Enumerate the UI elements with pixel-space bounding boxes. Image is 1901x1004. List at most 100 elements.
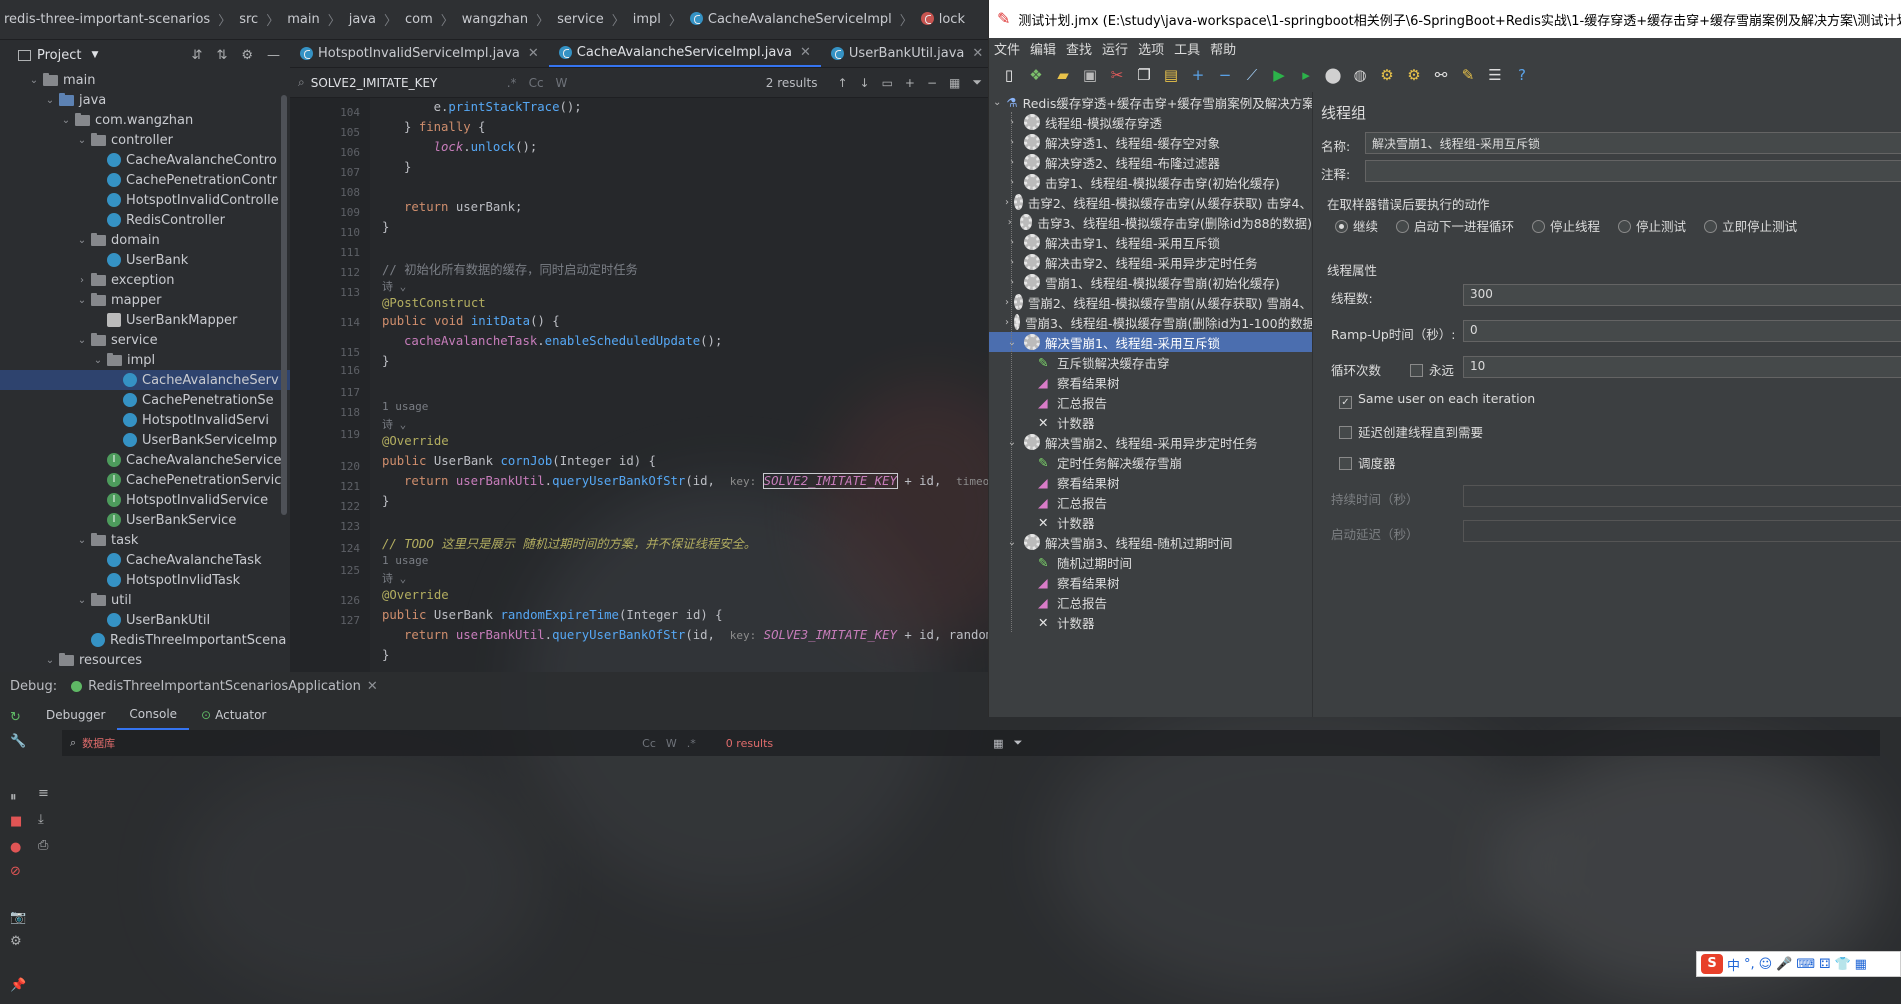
error-action-radio[interactable]: 停止测试 [1618, 219, 1686, 234]
whole-word-icon[interactable]: W [666, 737, 677, 750]
new-icon[interactable]: ▯ [997, 63, 1021, 87]
test-tree-item[interactable]: › 解决击穿2、线程组-采用异步定时任务 [989, 252, 1312, 272]
open-icon[interactable]: ▰ [1051, 63, 1075, 87]
search-icon[interactable]: ⚯ [1429, 63, 1453, 87]
test-tree-item[interactable]: › 解决穿透1、线程组-缓存空对象 [989, 132, 1312, 152]
breadcrumb-item[interactable]: lock [920, 12, 965, 27]
project-panel-title[interactable]: Project [37, 48, 81, 63]
test-tree-item[interactable]: ◢ 汇总报告 [989, 592, 1312, 612]
project-tree-item[interactable]: ⌄ domain [0, 230, 290, 250]
breadcrumb-item[interactable]: redis-three-important-scenarios [4, 12, 210, 27]
test-tree-item[interactable]: ◢ 察看结果树 [989, 572, 1312, 592]
menu-item[interactable]: 运行 [1097, 39, 1133, 58]
chevron-right-icon[interactable]: › [1005, 237, 1019, 248]
project-tree-item[interactable]: ⌄ task [0, 530, 290, 550]
chevron-right-icon[interactable]: › [1005, 317, 1009, 328]
stop-icon[interactable]: ⬤ [1321, 63, 1345, 87]
gear-icon[interactable]: ⚙ [241, 48, 253, 63]
project-tree-item[interactable]: CacheAvalancheTask [0, 550, 290, 570]
chevron-right-icon[interactable]: › [1005, 137, 1019, 148]
forever-checkbox[interactable]: 永远 [1410, 360, 1454, 379]
chevron-down-icon[interactable]: ▼ [91, 50, 98, 60]
collapse-all-icon[interactable]: ⇅ [216, 48, 227, 63]
test-tree-item[interactable]: › 雪崩3、线程组-模拟缓存雪崩(删除id为1-100的数据 [989, 312, 1312, 332]
chevron-right-icon[interactable]: › [1005, 117, 1019, 128]
filter-icon[interactable]: ⏷ [972, 75, 982, 90]
project-tree-item[interactable]: HotspotInvalidControlle [0, 190, 290, 210]
arrow-up-icon[interactable]: ↑ [837, 76, 847, 90]
mute-breakpoints-icon[interactable]: ⊘ [10, 864, 24, 879]
breakpoints-icon[interactable]: ● [10, 840, 24, 855]
error-action-radio[interactable]: 停止线程 [1532, 219, 1600, 234]
scroll-to-end-icon[interactable]: ⤓ [38, 812, 44, 827]
project-tree-item[interactable]: CachePenetrationSe [0, 390, 290, 410]
chevron-down-icon[interactable]: ⌄ [92, 355, 104, 366]
test-tree-item[interactable]: ✎ 随机过期时间 [989, 552, 1312, 572]
test-tree-item[interactable]: › 线程组-模拟缓存穿透 [989, 112, 1312, 132]
test-tree-item[interactable]: ✕ 计数器 [989, 612, 1312, 632]
chevron-down-icon[interactable]: ⌄ [76, 595, 88, 606]
test-tree-item[interactable]: ⌄ 解决雪崩1、线程组-采用互斥锁 [989, 332, 1312, 352]
code-editor[interactable]: e.printStackTrace(); } finally { lock.un… [370, 98, 988, 672]
print-icon[interactable]: ⎙ [38, 838, 48, 853]
chevron-right-icon[interactable]: › [1005, 197, 1009, 208]
function-helper-icon[interactable]: ☰ [1483, 63, 1507, 87]
chevron-down-icon[interactable]: ⌄ [76, 235, 88, 246]
wrench-icon[interactable]: 🔧 [10, 734, 26, 749]
templates-icon[interactable]: ❖ [1024, 63, 1048, 87]
project-tree-item[interactable]: ⌄ mapper [0, 290, 290, 310]
project-tree-item[interactable]: ⌄ util [0, 590, 290, 610]
arrow-down-icon[interactable]: ↓ [860, 76, 870, 90]
test-tree-item[interactable]: › 解决穿透2、线程组-布隆过滤器 [989, 152, 1312, 172]
project-tree-item[interactable]: ⌄ impl [0, 350, 290, 370]
add-occurrence-icon[interactable]: + [905, 76, 915, 90]
same-user-checkbox[interactable]: ✓ Same user on each iteration [1339, 391, 1535, 409]
project-tree-item[interactable]: UserBank [0, 250, 290, 270]
camera-icon[interactable]: 📷 [10, 910, 26, 925]
project-tree-item[interactable]: ⌄ controller [0, 130, 290, 150]
menu-item[interactable]: 查找 [1061, 39, 1097, 58]
select-all-icon[interactable]: ▭ [882, 76, 893, 90]
test-tree-item[interactable]: › 解决击穿1、线程组-采用互斥锁 [989, 232, 1312, 252]
test-tree-item[interactable]: ◢ 汇总报告 [989, 492, 1312, 512]
scheduler-checkbox[interactable]: 调度器 [1339, 453, 1396, 472]
ime-toolbar[interactable]: S 中 °, ☺ 🎤 ⌨ ⚃ 👕 ▦ [1696, 951, 1901, 977]
breadcrumb-item[interactable]: service [557, 12, 604, 27]
select-occurrences-icon[interactable]: ▦ [949, 76, 960, 90]
chevron-down-icon[interactable]: ⌄ [28, 75, 40, 86]
toggle-icon[interactable]: ⟋ [1240, 63, 1264, 87]
project-tree-item[interactable]: UserBankUtil [0, 610, 290, 630]
project-tree-item[interactable]: ⌄ java [0, 90, 290, 110]
breadcrumb-item[interactable]: CacheAvalancheServiceImpl [689, 12, 892, 27]
menu-item[interactable]: 编辑 [1025, 39, 1061, 58]
breadcrumb-item[interactable]: wangzhan [462, 12, 528, 27]
ime-mode-label[interactable]: 中 [1727, 955, 1740, 974]
project-tree-item[interactable]: HotspotInvalidServi [0, 410, 290, 430]
project-tree-item[interactable]: CachePenetrationContr [0, 170, 290, 190]
close-icon[interactable]: ✕ [972, 46, 983, 61]
save-icon[interactable]: ▣ [1078, 63, 1102, 87]
close-icon[interactable]: ✕ [800, 45, 811, 60]
project-tree-item[interactable]: RedisThreeImportantScena [0, 630, 290, 650]
test-tree-item[interactable]: ⌄ ⚗ Redis缓存穿透+缓存击穿+缓存雪崩案例及解决方案 [989, 92, 1312, 112]
test-tree-item[interactable]: ⌄ 解决雪崩3、线程组-随机过期时间 [989, 532, 1312, 552]
stop-icon[interactable]: ■ [10, 814, 24, 829]
project-tree-item[interactable]: I CachePenetrationServic [0, 470, 290, 490]
clear-icon[interactable]: ⚙ [1375, 63, 1399, 87]
test-tree-item[interactable]: ✎ 互斥锁解决缓存击穿 [989, 352, 1312, 372]
console-search-input[interactable]: 数据库 [82, 735, 642, 751]
project-tree-item[interactable]: CacheAvalancheContro [0, 150, 290, 170]
test-tree-item[interactable]: › 雪崩2、线程组-模拟缓存雪崩(从缓存获取) 雪崩4、 [989, 292, 1312, 312]
project-tree-item[interactable]: HotspotInvlidTask [0, 570, 290, 590]
chevron-down-icon[interactable]: ⌄ [1005, 337, 1019, 348]
error-action-radio[interactable]: 继续 [1335, 219, 1378, 234]
error-action-radio[interactable]: 立即停止测试 [1704, 219, 1797, 234]
error-action-radio[interactable]: 启动下一进程循环 [1396, 219, 1514, 234]
toolbox-icon[interactable]: ⚃ [1819, 957, 1830, 972]
collapse-icon[interactable]: − [1213, 63, 1237, 87]
start-no-pause-icon[interactable]: ▸ [1294, 63, 1318, 87]
project-tree-item[interactable]: RedisController [0, 210, 290, 230]
punctuation-icon[interactable]: °, [1744, 957, 1755, 972]
chevron-right-icon[interactable]: › [1005, 177, 1019, 188]
project-tree-item[interactable]: UserBankMapper [0, 310, 290, 330]
